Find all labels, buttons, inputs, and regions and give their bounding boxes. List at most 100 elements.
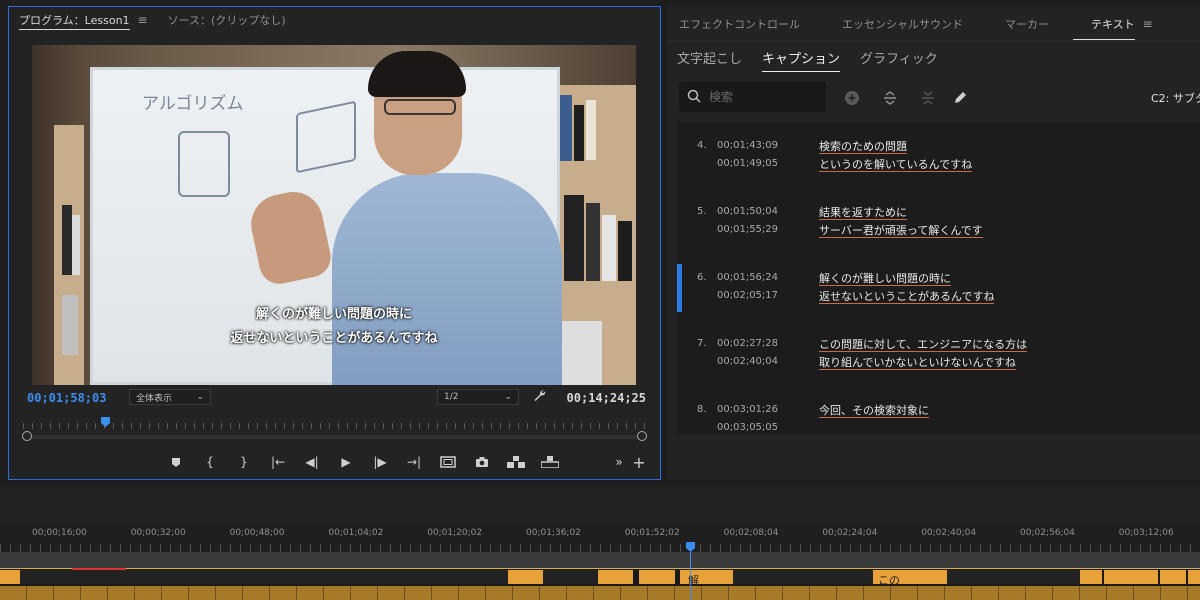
caption-line-2[interactable]: 取り組んでいかないといけないんですね (819, 354, 1016, 370)
caption-line-2[interactable]: 返せないということがあるんですね (819, 288, 995, 304)
book (618, 221, 632, 281)
tab-captions[interactable]: キャプション (752, 42, 850, 72)
caption-line-1[interactable]: 今回、その検索対象に (819, 402, 929, 418)
caption-line-1-text: 今回、その検索対象に (819, 404, 929, 418)
caption-row[interactable]: 8. 00;03;01;26 00;03;05;05 今回、その検索対象に (677, 396, 1200, 434)
chevron-down-icon: ⌄ (196, 392, 204, 402)
add-button-icon[interactable]: + (629, 453, 649, 472)
timeline-time-label: 00;02;24;04 (822, 528, 878, 538)
video-track[interactable] (0, 586, 1200, 600)
scroll-handle-right[interactable] (637, 431, 647, 441)
current-timecode[interactable]: 00;01;58;03 (27, 391, 106, 405)
timeline-time-label: 00;02;56;04 (1020, 528, 1075, 538)
caption-row[interactable]: 6. 00;01;56;24 00;02;05;17 解くのが難しい問題の時に 返せない… (677, 264, 1200, 320)
caption-clip[interactable] (508, 570, 543, 584)
caption-row[interactable]: 5. 00;01;50;04 00;01;55;29 結果を返すために サーバー君が頑張… (677, 198, 1200, 254)
caption-out-time[interactable]: 00;02;05;17 (717, 290, 778, 301)
search-box[interactable] (679, 82, 826, 112)
zoom-scroll-bar[interactable] (27, 435, 642, 439)
caption-line-1[interactable]: 検索のための問題 (819, 138, 907, 154)
caption-clip[interactable] (639, 570, 675, 584)
tab-source[interactable]: ソース：(クリップなし) (158, 7, 296, 33)
wrench-icon[interactable] (533, 389, 546, 405)
caption-out-time[interactable]: 00;02;40;04 (717, 356, 778, 367)
caption-line-2-text: 返せないということがあるんですね (819, 290, 995, 304)
add-marker-icon[interactable] (159, 453, 193, 471)
caption-row[interactable]: 4. 00;01;43;09 00;01;49;05 検索のための問題 というのを解いて… (677, 132, 1200, 188)
go-to-in-icon[interactable]: |← (261, 453, 295, 471)
tab-transcript[interactable]: 文字起こし (667, 42, 752, 72)
caption-in-time[interactable]: 00;01;43;09 (717, 140, 778, 151)
caption-out-time[interactable]: 00;01;55;29 (717, 224, 778, 235)
tab-program[interactable]: プログラム：Lesson1 ≡ (9, 7, 158, 33)
subtitle-line-1: 解くのが難しい問題の時に (255, 307, 412, 322)
caption-in-time[interactable]: 00;03;01;26 (717, 404, 778, 415)
caption-clip[interactable] (1104, 570, 1158, 584)
tab-text[interactable]: テキスト ≡ (1061, 6, 1165, 42)
caption-in-time[interactable]: 00;01;50;04 (717, 206, 778, 217)
timeline-time-label: 00;01;52;02 (624, 528, 680, 538)
step-forward-icon[interactable]: |▶ (363, 453, 397, 471)
caption-clip[interactable] (598, 570, 633, 584)
insert-icon[interactable] (499, 453, 533, 471)
presenter-body (332, 173, 562, 385)
video-frame[interactable]: アルゴリズム 解くのが難しい問題の時に 返せないということがあるんですね (32, 45, 636, 385)
whiteboard-sketch-phone (178, 131, 230, 197)
caption-out-time[interactable]: 00;03;05;05 (717, 422, 778, 433)
pencil-icon[interactable] (949, 88, 971, 108)
captions-list: 4. 00;01;43;09 00;01;49;05 検索のための問題 というのを解いて… (677, 122, 1200, 434)
caption-number: 8. (697, 404, 707, 415)
chevron-down-icon: ⌄ (504, 392, 512, 402)
safe-margins-icon[interactable] (431, 453, 465, 471)
caption-out-time[interactable]: 00;01;49;05 (717, 158, 778, 169)
tab-essential-sound[interactable]: エッセンシャルサウンド (812, 6, 975, 42)
mark-in-icon[interactable]: { (193, 453, 227, 471)
step-back-icon[interactable]: ◀| (295, 453, 329, 471)
caption-track-label[interactable]: C2: サブタ (1151, 90, 1200, 106)
caption-gap (20, 570, 508, 584)
merge-caption-icon[interactable] (917, 88, 939, 108)
caption-line-2-text: というのを解いているんですね (819, 158, 973, 172)
caption-line-2[interactable]: サーバー君が頑張って解くんです (819, 222, 983, 238)
go-to-out-icon[interactable]: →| (397, 453, 431, 471)
tab-effect-controls[interactable]: エフェクトコントロール (667, 6, 812, 42)
search-input[interactable] (709, 90, 809, 104)
caption-line-1[interactable]: この問題に対して、エンジニアになる方は (819, 336, 1028, 352)
panel-menu-icon[interactable]: ≡ (138, 13, 148, 27)
more-icon[interactable]: » (609, 453, 629, 471)
book (564, 195, 584, 281)
resolution-select[interactable]: 1/2 ⌄ (437, 389, 519, 405)
timeline-time-label: 00;02;08;04 (723, 528, 779, 538)
split-caption-icon[interactable] (879, 88, 901, 108)
caption-gap (543, 570, 598, 584)
zoom-select[interactable]: 全体表示 ⌄ (129, 389, 211, 405)
overwrite-icon[interactable] (533, 453, 567, 471)
caption-line-1[interactable]: 解くのが難しい問題の時に (819, 270, 951, 286)
add-caption-icon[interactable] (841, 88, 863, 108)
play-icon[interactable]: ▶ (329, 453, 363, 471)
caption-line-1[interactable]: 結果を返すために (819, 204, 907, 220)
tab-graphics[interactable]: グラフィック (850, 42, 948, 72)
text-sub-tabs: 文字起こし キャプション グラフィック (667, 42, 1200, 72)
mark-out-icon[interactable]: } (227, 453, 261, 471)
camera-icon[interactable] (465, 453, 499, 471)
caption-clip[interactable] (1080, 570, 1102, 584)
timeline-work-area[interactable] (0, 552, 1200, 568)
book (72, 215, 80, 275)
panel-menu-icon[interactable]: ≡ (1143, 17, 1153, 31)
caption-line-2[interactable]: というのを解いているんですね (819, 156, 973, 172)
caption-line-2-text: 取り組んでいかないといけないんですね (819, 356, 1016, 370)
mini-time-ruler[interactable] (23, 415, 646, 433)
caption-line-1-text: 結果を返すために (819, 206, 907, 220)
caption-clip[interactable] (0, 570, 20, 584)
caption-clip[interactable] (1160, 570, 1186, 584)
resolution-select-value: 1/2 (444, 392, 459, 402)
caption-in-time[interactable]: 00;01;56;24 (717, 272, 778, 283)
caption-line-1-text: 解くのが難しい問題の時に (819, 272, 951, 286)
scroll-handle-left[interactable] (22, 431, 32, 441)
tab-markers[interactable]: マーカー (975, 6, 1061, 42)
timeline-time-label: 00;01;04;02 (328, 528, 384, 538)
caption-row[interactable]: 7. 00;02;27;28 00;02;40;04 この問題に対して、エンジニアにな… (677, 330, 1200, 386)
caption-clip[interactable] (1188, 570, 1200, 584)
caption-in-time[interactable]: 00;02;27;28 (717, 338, 778, 349)
